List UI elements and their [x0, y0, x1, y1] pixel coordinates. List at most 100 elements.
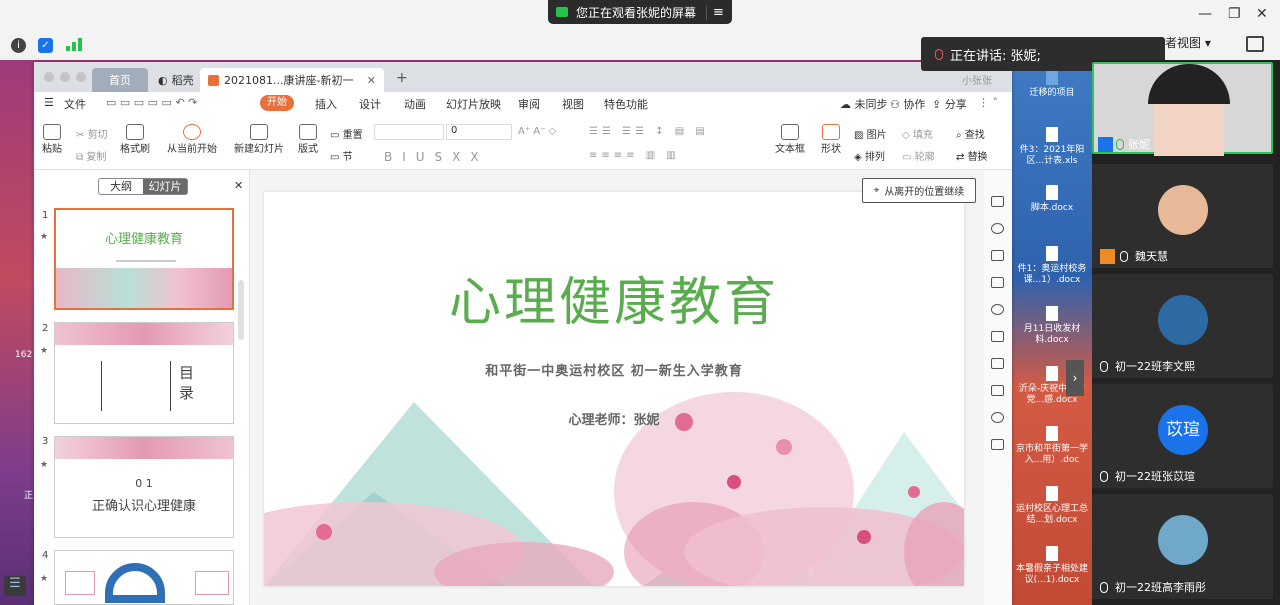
outline-button[interactable]: ▭ 轮廓	[902, 148, 935, 163]
participant-tile[interactable]: 初一22班高李雨彤	[1092, 494, 1273, 599]
sync-status[interactable]: ☁ 未同步	[840, 96, 888, 112]
layout-button[interactable]: 版式	[294, 124, 322, 156]
view-selector[interactable]: 者视图 ▾	[1165, 34, 1231, 54]
font-grow-icon[interactable]: A⁺ A⁻ ◇	[518, 126, 556, 137]
menu-design[interactable]: 设计	[359, 96, 381, 112]
slide-thumbnail[interactable]: 心理健康教育	[54, 208, 234, 310]
participant-tile[interactable]: 魏天慧	[1092, 164, 1273, 268]
textbox-button[interactable]: 文本框	[772, 124, 808, 156]
image-icon[interactable]	[991, 439, 1004, 450]
slide-thumbnail[interactable]: 0 1 正确认识心理健康	[54, 436, 234, 538]
copy-icon[interactable]	[991, 331, 1004, 342]
more-icon[interactable]: ⋮ ˄	[978, 96, 998, 109]
participant-tile[interactable]: 苡瑄 初一22班张苡瑄	[1092, 384, 1273, 488]
panel-scrollbar[interactable]	[238, 280, 244, 340]
menu-start[interactable]: 开始	[260, 95, 294, 111]
history-icon[interactable]	[991, 412, 1004, 423]
sliders-icon[interactable]	[991, 385, 1004, 396]
section-button[interactable]: ▭ 节	[330, 148, 353, 163]
signal-icon[interactable]	[66, 38, 82, 51]
mic-muted-icon	[1120, 250, 1128, 262]
shape-button[interactable]: 形状	[816, 124, 846, 156]
desktop-file[interactable]: 件3：2021年阳区...计表.xls	[1012, 127, 1092, 167]
slide-thumbnail[interactable]: 目录	[54, 322, 234, 424]
close-panel-icon[interactable]: ✕	[234, 179, 243, 192]
current-slide[interactable]: 心理健康教育 和平街一中奥运村校区 初一新生入学教育 心理老师：张妮	[264, 192, 964, 586]
picture-button[interactable]: ▨ 图片	[854, 126, 887, 141]
minimize-icon[interactable]: —	[1198, 6, 1212, 22]
new-tab-icon[interactable]: +	[396, 70, 408, 86]
share-button[interactable]: ⇪ 分享	[932, 96, 967, 112]
close-tab-icon[interactable]: ✕	[367, 74, 376, 87]
settings-icon[interactable]	[991, 304, 1004, 315]
menu-file[interactable]: 文件	[64, 96, 86, 112]
panel-tabs: 大纲 幻灯片	[98, 178, 188, 195]
paragraph-icons[interactable]: ☰☰ ☰☰ ↕ ▤ ▤	[589, 126, 709, 137]
quick-access-icons[interactable]: ▭ ▭ ▭ ▭ ▭ ↶ ↷	[106, 96, 197, 109]
presentation-icon	[208, 74, 219, 86]
participant-tile[interactable]: 初一22班李文熙	[1092, 274, 1273, 378]
tab-home[interactable]: 首页	[92, 68, 148, 92]
desktop-file[interactable]: 京市和平街第一学入...用）.doc	[1012, 426, 1092, 466]
desktop-file[interactable]: 运村校区心理工总结...划.docx	[1012, 486, 1092, 526]
menu-special[interactable]: 特色功能	[604, 96, 648, 112]
restore-icon[interactable]: ❐	[1228, 6, 1241, 22]
chevron-right-icon[interactable]: ›	[1066, 360, 1084, 396]
thumb-title: 目录	[179, 364, 195, 402]
hamburger-icon[interactable]: ≡	[706, 4, 724, 20]
cut-button[interactable]: ✂ 剪切	[76, 126, 108, 141]
tab-docer[interactable]: ◐ 稻壳	[150, 68, 204, 92]
replace-button[interactable]: ⇄ 替换	[956, 148, 988, 163]
screen-share-pill[interactable]: 您正在观看张妮的屏幕 ≡	[548, 0, 732, 24]
tab-bar: 首页 ◐ 稻壳 2021081...康讲座-新初一 ✕ + 小张张	[34, 62, 1012, 92]
edit-icon[interactable]	[991, 277, 1004, 288]
menu-insert[interactable]: 插入	[315, 96, 337, 112]
arrange-button[interactable]: ◈ 排列	[854, 148, 885, 163]
menu-view[interactable]: 视图	[562, 96, 584, 112]
reset-button[interactable]: ▭ 重置	[330, 126, 363, 141]
desktop-file[interactable]: 本暑假亲子相处建议(...1).docx	[1012, 546, 1092, 586]
slide-thumbnail[interactable]	[54, 550, 234, 605]
close-icon[interactable]: ✕	[1256, 6, 1268, 22]
paste-button[interactable]: 粘贴	[40, 124, 64, 156]
collab-button[interactable]: ⚇ 协作	[890, 96, 925, 112]
fullscreen-icon[interactable]	[1246, 36, 1264, 52]
tab-slides[interactable]: 幻灯片	[143, 179, 187, 194]
menu-icon[interactable]: ☰	[44, 96, 54, 109]
desktop-file[interactable]: 月11日收发材料.docx	[1012, 306, 1092, 346]
comment-icon[interactable]	[991, 196, 1004, 207]
align-icons[interactable]: ≡≡≡≡ ▥ ▥	[589, 150, 680, 161]
person-icon: ⚇	[890, 98, 900, 111]
text-format-icons[interactable]: BIUSXX	[384, 150, 489, 164]
desktop-file[interactable]: 脚本.docx	[1012, 185, 1092, 214]
resume-button[interactable]: ⌖ 从离开的位置继续	[862, 178, 976, 203]
window-dot[interactable]	[60, 72, 70, 82]
animation-icon[interactable]	[991, 358, 1004, 369]
desktop-file[interactable]: 件1：奥运村校务课...1）.docx	[1012, 246, 1092, 286]
fill-button[interactable]: ◇ 填充	[902, 126, 933, 141]
font-size-select[interactable]: 0	[446, 124, 512, 140]
participant-label: 张妮	[1098, 136, 1150, 152]
format-painter-button[interactable]: 格式刷	[118, 124, 152, 156]
fill-icon[interactable]	[991, 250, 1004, 261]
info-icon[interactable]: i	[11, 38, 26, 53]
shapes-icon[interactable]	[991, 223, 1004, 234]
shield-icon[interactable]: ✓	[38, 38, 53, 53]
play-from-current-button[interactable]: 从当前开始	[162, 124, 222, 156]
window-dot[interactable]	[76, 72, 86, 82]
tab-document[interactable]: 2021081...康讲座-新初一 ✕	[200, 68, 384, 92]
menu-animation[interactable]: 动画	[404, 96, 426, 112]
new-slide-button[interactable]: 新建幻灯片	[230, 124, 288, 156]
menu-slideshow[interactable]: 幻灯片放映	[446, 96, 501, 112]
menu-review[interactable]: 审阅	[518, 96, 540, 112]
participant-tile[interactable]: 张妮	[1092, 62, 1273, 156]
window-dot[interactable]	[44, 72, 54, 82]
list-icon[interactable]: ☰	[4, 576, 26, 596]
desktop-file[interactable]: 迁移的项目	[1012, 70, 1092, 99]
find-button[interactable]: ⌕ 查找	[956, 126, 985, 141]
share-icon: ⇪	[932, 98, 942, 111]
tab-outline[interactable]: 大纲	[99, 179, 143, 194]
cohost-icon	[1100, 248, 1115, 264]
font-family-select[interactable]	[374, 124, 444, 140]
copy-button[interactable]: ⧉ 复制	[76, 148, 106, 163]
